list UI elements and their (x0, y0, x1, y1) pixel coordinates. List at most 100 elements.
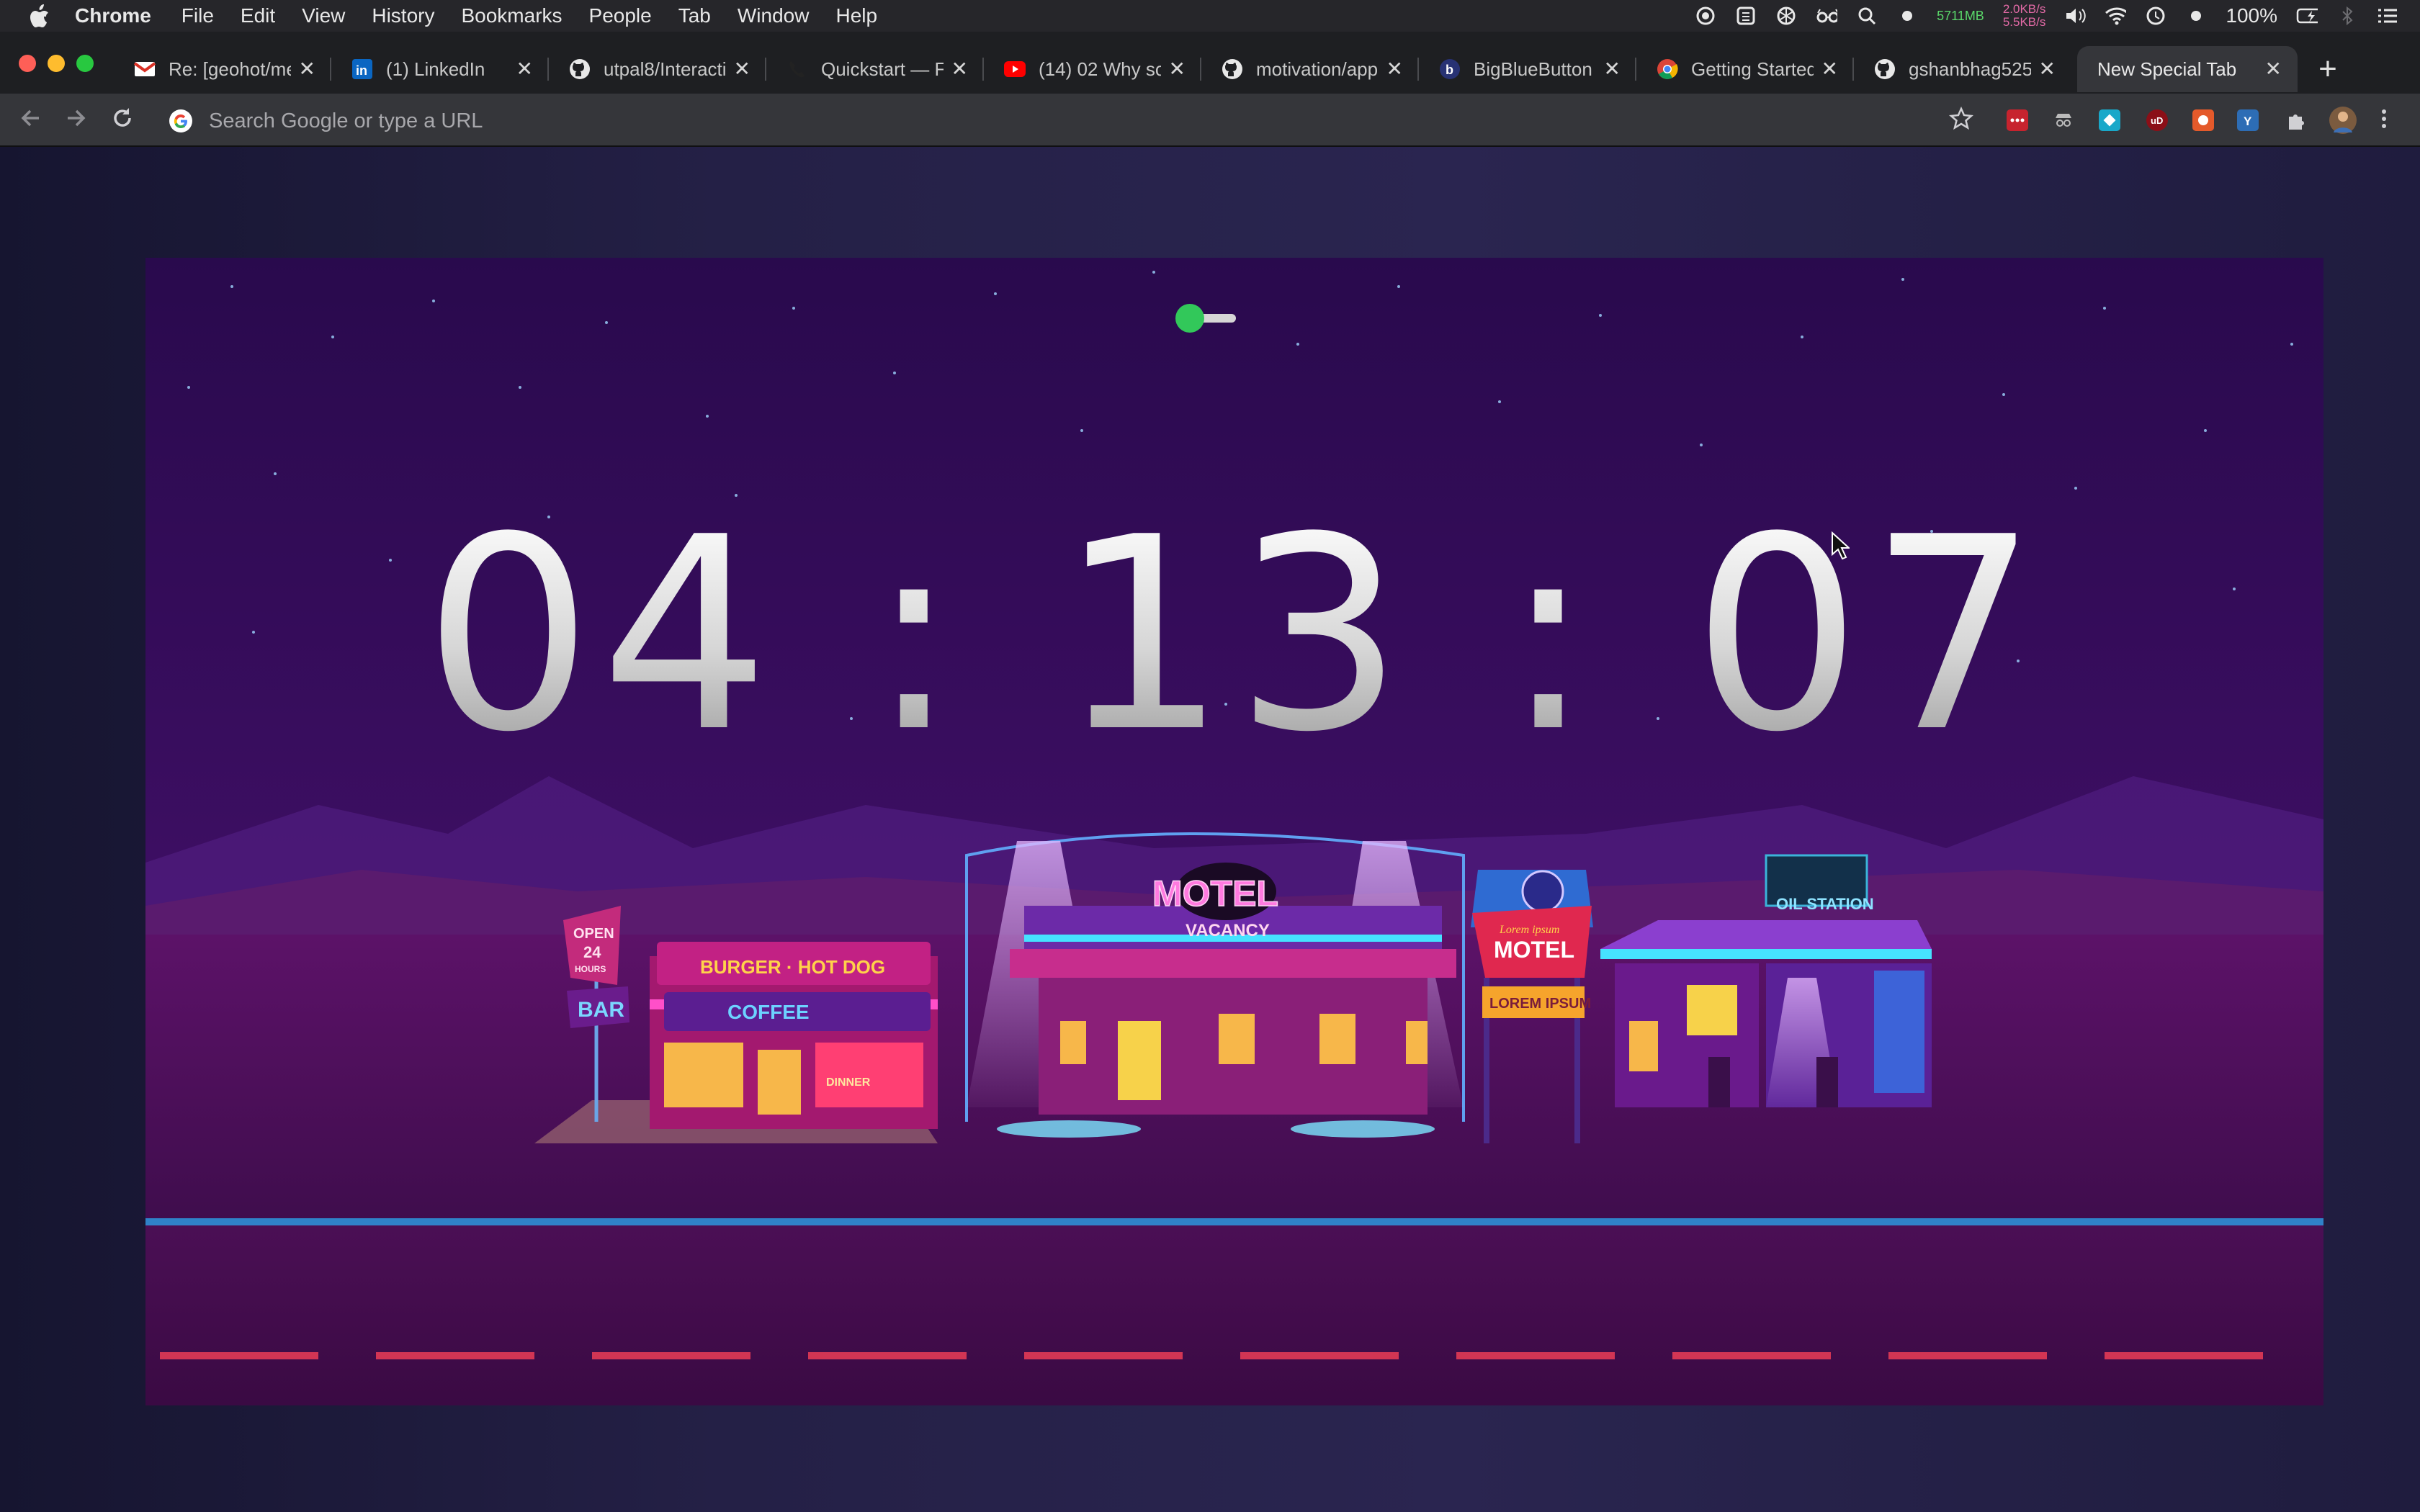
sign-open: OPEN (573, 926, 614, 942)
dot-icon-2[interactable] (2185, 5, 2207, 27)
tab-close-icon[interactable]: ✕ (2265, 59, 2282, 79)
extension-lastpass-icon[interactable] (2007, 109, 2028, 131)
tab-close-icon[interactable]: ✕ (516, 59, 533, 79)
motel-building: MOTEL VACANCY (965, 832, 1465, 1138)
aperture-icon[interactable] (1775, 5, 1797, 27)
tab-quickstart[interactable]: Quickstart — Fl ✕ (766, 46, 984, 92)
macos-menu-bar: Chrome File Edit View History Bookmarks … (0, 0, 2420, 32)
profile-avatar[interactable] (2329, 107, 2357, 134)
glasses-icon[interactable] (1816, 5, 1838, 27)
tab-title: utpal8/Interacti (604, 58, 726, 80)
notification-center-icon[interactable] (2377, 5, 2398, 27)
extensions-puzzle-icon[interactable] (2285, 109, 2306, 131)
motel-sign: MOTEL (1152, 873, 1278, 914)
menu-view[interactable]: View (302, 4, 345, 27)
tab-github-motivation[interactable]: motivation/app ✕ (1201, 46, 1419, 92)
vacancy-sign: VACANCY (1186, 921, 1270, 940)
memory-usage[interactable]: 5711MB (1937, 9, 1984, 24)
browser-toolbar: uD Y (0, 94, 2420, 147)
tab-close-icon[interactable]: ✕ (1604, 59, 1621, 79)
tab-close-icon[interactable]: ✕ (1169, 59, 1186, 79)
tab-getting-started[interactable]: Getting Started ✕ (1636, 46, 1854, 92)
tab-linkedin[interactable]: in (1) LinkedIn ✕ (331, 46, 549, 92)
extension-spy-icon[interactable] (2053, 109, 2074, 131)
svg-text:in: in (356, 63, 367, 78)
svg-text:uD: uD (2151, 115, 2163, 126)
tab-title: New Special Tab (2097, 58, 2237, 80)
extension-ublock-icon[interactable]: uD (2146, 109, 2168, 131)
omnibox-input[interactable] (207, 108, 1651, 134)
theme-toggle-switch[interactable] (1175, 304, 1237, 333)
tab-title: motivation/app (1256, 58, 1379, 80)
menu-file[interactable]: File (182, 4, 214, 27)
menu-people[interactable]: People (589, 4, 652, 27)
menu-tab[interactable]: Tab (678, 4, 711, 27)
sign-24: 24 (583, 943, 601, 961)
mouse-cursor-icon (1831, 531, 1851, 560)
bluetooth-icon[interactable] (2336, 5, 2358, 27)
extension-orange-icon[interactable] (2192, 109, 2214, 131)
diner-window-sign: DINNER (826, 1076, 871, 1089)
menu-help[interactable]: Help (835, 4, 877, 27)
tab-title: (1) LinkedIn (386, 58, 485, 80)
tab-bigbluebutton[interactable]: b BigBlueButton ✕ (1419, 46, 1636, 92)
clock-separator: : (869, 481, 966, 791)
menu-app-name[interactable]: Chrome (75, 4, 151, 27)
road-edge-line (145, 1218, 2323, 1225)
network-speed[interactable]: 2.0KB/s 5.5KB/s (2003, 3, 2046, 29)
record-icon[interactable] (1695, 5, 1716, 27)
tab-github-interacti[interactable]: utpal8/Interacti ✕ (549, 46, 766, 92)
clock-seconds: 07 (1692, 481, 2046, 791)
battery-percent[interactable]: 100% (2226, 4, 2277, 27)
diner-top-sign: BURGER · HOT DOG (700, 956, 885, 978)
tab-title: Quickstart — Fl (821, 58, 944, 80)
clock-hours: 04 (423, 481, 777, 791)
bookmark-star-icon[interactable] (1948, 106, 1974, 138)
google-g-icon (169, 109, 192, 132)
wifi-icon[interactable] (2105, 5, 2127, 27)
extension-cyan-icon[interactable] (2099, 109, 2120, 131)
menu-bar-status-area: 5711MB 2.0KB/s 5.5KB/s 100% (1695, 0, 2398, 32)
spotlight-search-icon[interactable] (1856, 5, 1878, 27)
tab-close-icon[interactable]: ✕ (1386, 59, 1403, 79)
back-arrow-icon[interactable] (17, 105, 43, 138)
tab-youtube[interactable]: (14) 02 Why so ✕ (984, 46, 1201, 92)
phone-icon (786, 58, 808, 80)
extension-blue-icon[interactable]: Y (2237, 109, 2259, 131)
battery-icon[interactable] (2296, 5, 2318, 27)
neon-motel-illustration: BURGER · HOT DOG COFFEE DINNER OPEN 24 H… (145, 258, 2323, 1405)
window-close-button[interactable] (19, 55, 36, 72)
apple-icon[interactable] (29, 4, 50, 28)
tab-gmail[interactable]: Re: [geohot/me ✕ (114, 46, 331, 92)
tab-title: Re: [geohot/me (169, 58, 291, 80)
tab-close-icon[interactable]: ✕ (2039, 59, 2056, 79)
tab-title: gshanbhag525 (1909, 58, 2031, 80)
volume-icon[interactable] (2064, 5, 2087, 27)
dot-icon[interactable] (1896, 5, 1918, 27)
omnibox[interactable] (156, 101, 1995, 141)
oil-station-sign: OIL STATION (1776, 895, 1874, 913)
tab-close-icon[interactable]: ✕ (951, 59, 968, 79)
time-machine-icon[interactable] (2145, 5, 2166, 27)
tab-title: Getting Started (1691, 58, 1814, 80)
clock-separator: : (1503, 481, 1600, 791)
tab-close-icon[interactable]: ✕ (299, 59, 315, 79)
new-tab-button[interactable]: + (2312, 49, 2344, 89)
tab-new-special-tab[interactable]: New Special Tab ✕ (2077, 46, 2298, 92)
github-icon (569, 58, 591, 80)
menu-edit[interactable]: Edit (241, 4, 275, 27)
menu-history[interactable]: History (372, 4, 434, 27)
menu-window[interactable]: Window (738, 4, 810, 27)
menu-bookmarks[interactable]: Bookmarks (461, 4, 562, 27)
window-zoom-button[interactable] (76, 55, 94, 72)
window-minimize-button[interactable] (48, 55, 65, 72)
forward-arrow-icon[interactable] (63, 105, 89, 138)
calculator-icon[interactable] (1735, 5, 1757, 27)
motel2-top-sign: Lorem ipsum (1499, 924, 1559, 936)
tab-close-icon[interactable]: ✕ (734, 59, 750, 79)
reload-icon[interactable] (109, 105, 135, 138)
chrome-menu-icon[interactable] (2377, 107, 2391, 138)
tab-close-icon[interactable]: ✕ (1821, 59, 1838, 79)
tab-github-gshanbhag[interactable]: gshanbhag525 ✕ (1854, 46, 2071, 92)
tab-title: (14) 02 Why so (1039, 58, 1161, 80)
